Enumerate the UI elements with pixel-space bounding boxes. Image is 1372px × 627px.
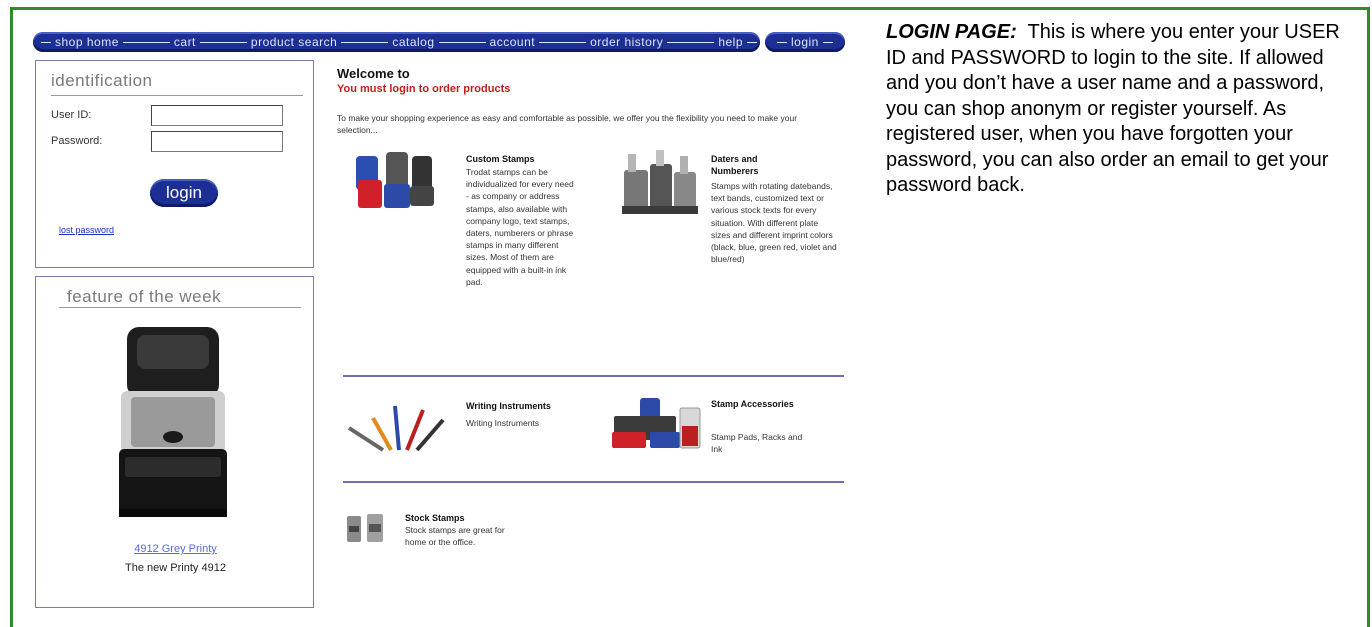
login-page-explanation: LOGIN PAGE: This is where you enter your… <box>886 20 1356 199</box>
panel-divider <box>59 307 301 308</box>
custom-stamps-image[interactable] <box>350 150 438 212</box>
identification-panel: identification User ID: Password: login … <box>35 60 314 268</box>
nav-links: shop home cart product search catalog ac… <box>41 35 761 49</box>
custom-stamps-description: Trodat stamps can be individualized for … <box>466 167 574 287</box>
explanation-heading: LOGIN PAGE: <box>886 21 1017 43</box>
nav-separator <box>199 41 247 43</box>
writing-instruments-title[interactable]: Writing Instruments <box>466 400 551 412</box>
frame-top-border <box>10 7 1370 10</box>
nav-separator <box>122 41 170 43</box>
feature-caption: The new Printy 4912 <box>125 562 226 574</box>
stock-stamps-description: Stock stamps are great for home or the o… <box>405 525 505 548</box>
login-button[interactable]: login <box>150 179 218 207</box>
main-nav-bar: shop home cart product search catalog ac… <box>33 32 845 54</box>
nav-order-history[interactable]: order history <box>590 35 663 49</box>
welcome-heading: Welcome to <box>337 66 410 81</box>
custom-stamps-title[interactable]: Custom Stamps <box>466 153 535 165</box>
nav-separator <box>747 41 757 43</box>
frame-right-border <box>1367 7 1370 627</box>
feature-title: feature of the week <box>67 287 222 306</box>
daters-numberers-description: Stamps with rotating datebands, text ban… <box>711 181 837 265</box>
login-required-notice: You must login to order products <box>337 83 511 95</box>
section-divider <box>343 481 844 483</box>
printy-stamp-image[interactable] <box>115 325 231 521</box>
writing-instruments-description: Writing Instruments <box>466 418 540 428</box>
identification-title: identification <box>51 71 153 90</box>
nav-separator <box>438 41 486 43</box>
section-divider <box>343 375 844 377</box>
stamp-accessories-description: Stamp Pads, Racks and Ink <box>711 432 803 455</box>
password-input[interactable] <box>151 131 283 152</box>
intro-text: To make your shopping experience as easy… <box>337 113 798 135</box>
nav-product-search[interactable]: product search <box>251 35 337 49</box>
nav-separator <box>667 41 715 43</box>
feature-panel: feature of the week 4912 Grey Printy The… <box>35 276 314 608</box>
nav-separator <box>777 41 787 43</box>
stock-stamps-image[interactable] <box>345 512 385 546</box>
lost-password-link[interactable]: lost password <box>59 225 114 235</box>
daters-numberers-title[interactable]: Daters and Numberers <box>711 153 801 177</box>
frame-left-border <box>10 7 13 627</box>
explanation-body: This is where you enter your USER ID and… <box>886 21 1340 196</box>
nav-shop-home[interactable]: shop home <box>55 35 119 49</box>
nav-separator <box>822 41 833 43</box>
user-id-input[interactable] <box>151 105 283 126</box>
writing-instruments-image[interactable] <box>343 396 449 454</box>
nav-separator <box>341 41 389 43</box>
nav-login[interactable]: login <box>791 35 819 49</box>
user-id-label: User ID: <box>51 109 92 121</box>
stamp-accessories-image[interactable] <box>610 398 704 454</box>
nav-catalog[interactable]: catalog <box>392 35 434 49</box>
nav-separator <box>539 41 587 43</box>
feature-product-link[interactable]: 4912 Grey Printy <box>36 543 315 555</box>
password-label: Password: <box>51 135 103 147</box>
nav-cart[interactable]: cart <box>174 35 196 49</box>
daters-numberers-image[interactable] <box>620 150 700 216</box>
nav-separator <box>41 41 51 43</box>
nav-login-wrap: login <box>773 35 837 49</box>
panel-divider <box>51 95 303 96</box>
stock-stamps-title[interactable]: Stock Stamps <box>405 512 465 524</box>
nav-account[interactable]: account <box>490 35 536 49</box>
nav-help[interactable]: help <box>718 35 743 49</box>
stamp-accessories-title[interactable]: Stamp Accessories <box>711 398 801 410</box>
